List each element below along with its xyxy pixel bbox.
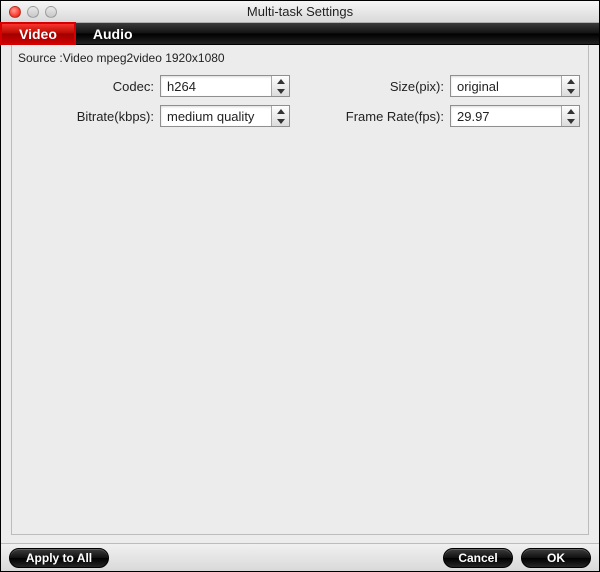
bitrate-select[interactable]: medium quality	[160, 105, 290, 127]
tab-video-label: Video	[19, 26, 57, 42]
row-codec: Codec: h264	[20, 75, 290, 97]
framerate-label: Frame Rate(fps):	[346, 109, 444, 124]
ok-button[interactable]: OK	[521, 548, 591, 568]
window-controls	[9, 6, 57, 18]
apply-to-all-button[interactable]: Apply to All	[9, 548, 109, 568]
chevron-up-icon	[562, 106, 579, 116]
framerate-stepper[interactable]	[561, 106, 579, 126]
source-info: Source :Video mpeg2video 1920x1080	[12, 45, 588, 67]
tab-video[interactable]: Video	[1, 23, 75, 44]
row-framerate: Frame Rate(fps): 29.97	[310, 105, 580, 127]
bitrate-label: Bitrate(kbps):	[77, 109, 154, 124]
zoom-window-button[interactable]	[45, 6, 57, 18]
tab-bar: Video Audio	[1, 23, 599, 45]
chevron-down-icon	[562, 86, 579, 96]
chevron-down-icon	[562, 116, 579, 126]
bitrate-stepper[interactable]	[271, 106, 289, 126]
row-bitrate: Bitrate(kbps): medium quality	[20, 105, 290, 127]
window-title: Multi-task Settings	[1, 4, 599, 19]
titlebar: Multi-task Settings	[1, 1, 599, 23]
size-select[interactable]: original	[450, 75, 580, 97]
settings-window: Multi-task Settings Video Audio Source :…	[0, 0, 600, 572]
apply-to-all-label: Apply to All	[26, 551, 92, 565]
chevron-down-icon	[272, 116, 289, 126]
size-value: original	[457, 79, 561, 94]
bitrate-value: medium quality	[167, 109, 271, 124]
chevron-up-icon	[562, 76, 579, 86]
row-size: Size(pix): original	[310, 75, 580, 97]
bottom-bar: Apply to All Cancel OK	[1, 543, 599, 571]
cancel-button[interactable]: Cancel	[443, 548, 513, 568]
size-stepper[interactable]	[561, 76, 579, 96]
close-window-button[interactable]	[9, 6, 21, 18]
chevron-down-icon	[272, 86, 289, 96]
codec-value: h264	[167, 79, 271, 94]
codec-select[interactable]: h264	[160, 75, 290, 97]
framerate-select[interactable]: 29.97	[450, 105, 580, 127]
size-label: Size(pix):	[390, 79, 444, 94]
chevron-up-icon	[272, 76, 289, 86]
tab-audio[interactable]: Audio	[75, 23, 151, 44]
form-col-right: Size(pix): original Frame Rate(fps): 29.…	[310, 75, 580, 127]
chevron-up-icon	[272, 106, 289, 116]
form-col-left: Codec: h264 Bitrate(kbps): medium qualit…	[20, 75, 290, 127]
framerate-value: 29.97	[457, 109, 561, 124]
tab-audio-label: Audio	[93, 26, 133, 42]
codec-stepper[interactable]	[271, 76, 289, 96]
codec-label: Codec:	[113, 79, 154, 94]
content-panel: Source :Video mpeg2video 1920x1080 Codec…	[11, 45, 589, 535]
cancel-label: Cancel	[458, 551, 497, 565]
empty-body	[12, 127, 588, 534]
form-area: Codec: h264 Bitrate(kbps): medium qualit…	[12, 67, 588, 127]
ok-label: OK	[547, 551, 565, 565]
minimize-window-button[interactable]	[27, 6, 39, 18]
